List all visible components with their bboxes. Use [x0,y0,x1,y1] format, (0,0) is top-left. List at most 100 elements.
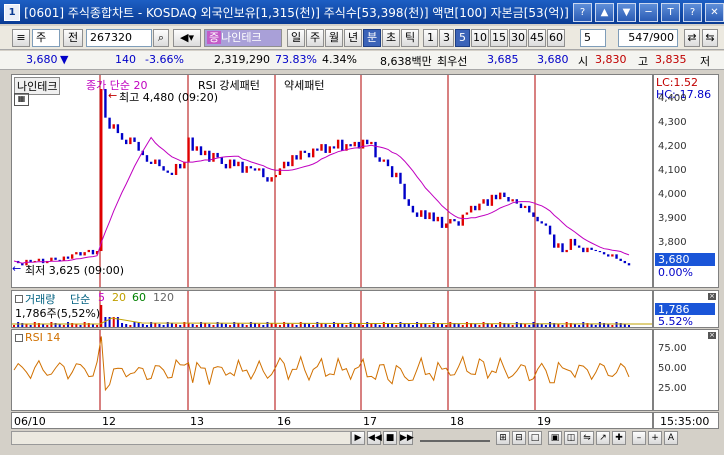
crosshair-icon[interactable]: ✚ [612,431,626,445]
search-icon[interactable]: ⌕ [153,29,169,47]
volume-bar [179,325,182,327]
volume-bar [262,325,265,327]
price-panel[interactable]: 나인테크 종가 단순 20 RSI 강세패턴 약세패턴 ▦ ← 최고 4,480… [11,74,653,288]
interval-tab-3[interactable]: 10 [471,29,489,47]
price-candle [158,159,161,167]
period-tab-0[interactable]: 일 [287,29,305,47]
range-input[interactable]: 547/900 [618,29,678,47]
price-candle [553,234,556,248]
price-candle [590,247,593,250]
minus-icon[interactable]: – [632,431,646,445]
trend-icon[interactable]: ↗ [596,431,610,445]
ma-line [13,136,630,264]
period-tab-3[interactable]: 년 [344,29,362,47]
volume-bar [133,322,136,327]
volume-bar [557,324,560,327]
price-candle [519,203,523,209]
price-candle [449,219,452,224]
volume-bar [129,325,132,327]
arrows-icon[interactable]: ⇄ [684,29,700,47]
rsi-close-icon[interactable]: × [708,332,716,339]
close-icon[interactable]: ✕ [705,2,724,22]
price-candle [361,139,365,149]
help-icon-2[interactable]: ? [683,2,702,22]
interval-tab-5[interactable]: 30 [509,29,527,47]
mode-select[interactable]: 주 [32,29,60,47]
window-icon-2[interactable]: □ [528,431,542,445]
high-label: 고 [638,55,649,68]
pin-icon[interactable]: T [661,2,680,22]
count-select[interactable]: 5 [580,29,606,47]
price-tick: 3,900 [658,212,687,224]
pattern-icon[interactable]: ⇋ [580,431,594,445]
volume-ma120: 120 [153,291,174,304]
volume-bar [295,325,298,327]
price-candle [287,161,290,167]
period-tab-1[interactable]: 주 [306,29,324,47]
speaker-icon[interactable]: ◀▾ [173,29,201,47]
up-arrow-icon[interactable]: ▲ [595,2,614,22]
price-candle [482,199,485,204]
rewind-icon[interactable]: ◀◀ [367,431,382,445]
speed-slider[interactable] [420,434,490,442]
interval-tab-6[interactable]: 45 [528,29,546,47]
price-candle [299,150,302,160]
rsi-panel[interactable]: RSI 14 [11,329,653,411]
volume-bar [407,324,410,327]
volume-panel[interactable]: 거래량 단순 5 20 60 120 1,786주(5,52%) [11,290,653,328]
zoom-out-icon[interactable]: ⊟ [512,431,526,445]
arrows-icon-2[interactable]: ⇆ [702,29,718,47]
window-icon[interactable]: 1 [4,3,21,21]
period-tab-4[interactable]: 분 [363,29,381,47]
volume-ma20: 20 [112,291,126,304]
down-arrow-icon-2[interactable]: ▼ [617,2,636,22]
stock-name-button[interactable]: 증 나인테크 [204,29,282,47]
indicator-icon[interactable]: ◫ [564,431,578,445]
period-tab-6[interactable]: 틱 [401,29,419,47]
volume-close-icon[interactable]: × [708,293,716,300]
zoom-in-icon[interactable]: ⊞ [496,431,510,445]
price-candle [320,144,323,151]
price-candle [257,168,261,171]
help-icon[interactable]: ? [573,2,592,22]
volume-bar [607,324,610,327]
layout-icon[interactable]: ▣ [548,431,562,445]
interval-tab-0[interactable]: 1 [423,29,438,47]
font-icon[interactable]: A [664,431,678,445]
price-candle [191,137,194,151]
volume-bar [465,322,468,327]
price-candle [228,159,232,169]
period-tab-5[interactable]: 초 [382,29,400,47]
minimize-icon[interactable]: ─ [639,2,658,22]
volume-bar [441,324,444,327]
grid-icon[interactable]: ▦ [14,93,29,106]
scrollbar-track[interactable] [11,431,351,445]
rsi-title[interactable]: RSI 14 [25,331,60,344]
list-icon[interactable]: ≡ [12,29,30,47]
interval-tab-7[interactable]: 60 [547,29,565,47]
price-candle [199,146,203,156]
rsi-tick: 50.00 [658,363,687,374]
price-candle [602,252,606,255]
volume-bar [511,325,514,327]
prev-button[interactable]: 전 [63,29,83,47]
price-candle [270,177,273,182]
code-input[interactable]: 267320 [86,29,152,47]
stop-icon[interactable]: ■ [383,431,397,445]
volume-bar [598,322,601,327]
interval-tab-4[interactable]: 15 [490,29,508,47]
price-candle [54,257,57,260]
plus-icon[interactable]: + [648,431,662,445]
play-icon[interactable]: ▶ [351,431,365,445]
price-candle [627,263,631,266]
period-tab-2[interactable]: 월 [325,29,343,47]
current-price-box: 3,680 [655,253,715,266]
volume-bar [532,322,535,327]
forward-icon[interactable]: ▶▶ [399,431,414,445]
volume-bar [461,325,464,327]
price-candle [249,166,253,169]
weak-pattern-label[interactable]: 약세패턴 [284,77,324,93]
interval-tab-1[interactable]: 3 [439,29,454,47]
interval-tab-2[interactable]: 5 [455,29,470,47]
price-candle [511,199,514,202]
